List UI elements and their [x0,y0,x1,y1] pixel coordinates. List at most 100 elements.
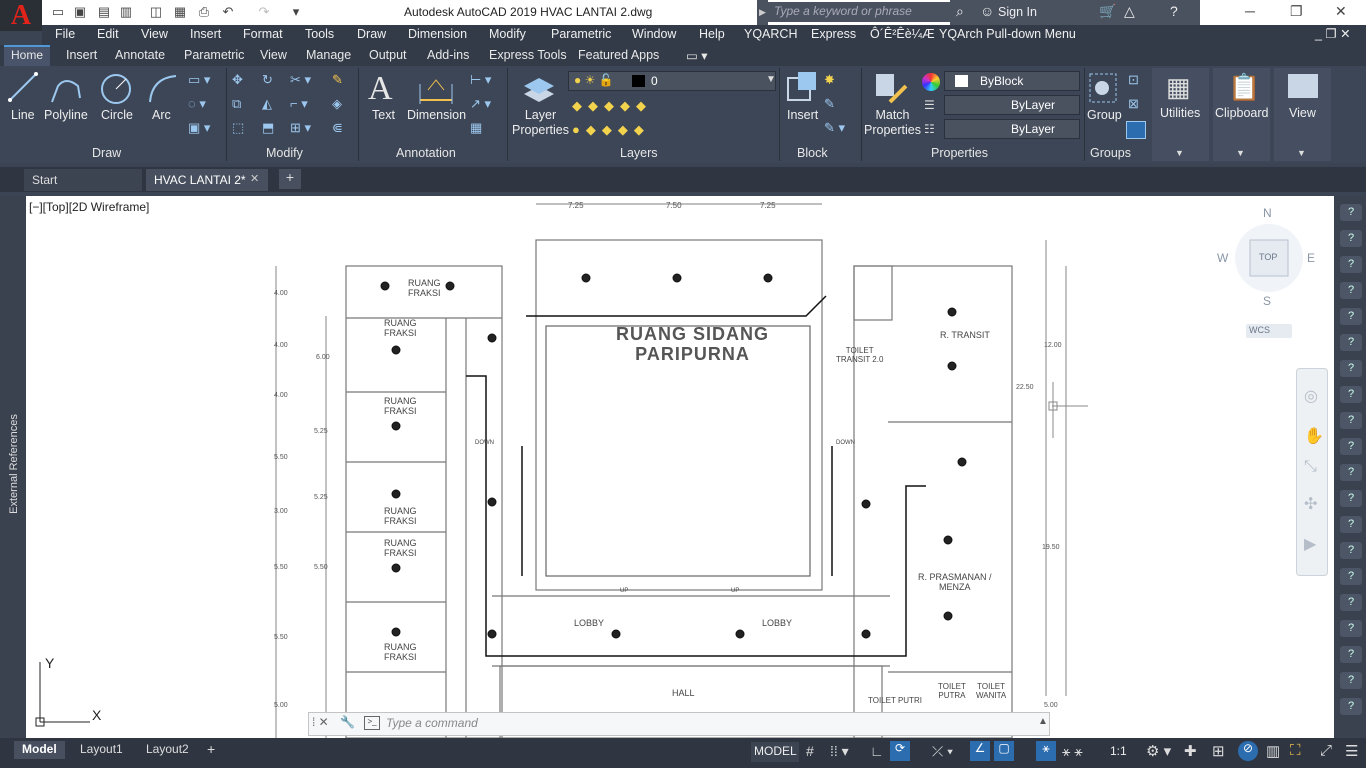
drawing-canvas[interactable]: [−][Top][2D Wireframe] RUANG SIDANG PARI… [26,196,1334,738]
erase-icon[interactable]: ✎ [332,72,343,88]
copy-icon[interactable]: ⧉ [232,96,241,112]
tab-output[interactable]: Output [369,48,407,62]
text-icon[interactable]: A [368,70,393,108]
chevron-down-icon[interactable]: ▼ [766,74,776,85]
snap-icon[interactable]: ⁞⁞ ▾ [830,743,849,760]
showmotion-icon[interactable]: ▶ [1304,534,1316,554]
pan-icon[interactable]: ✋ [1304,426,1324,446]
ortho-icon[interactable]: ∟ [870,743,884,759]
application-menu-button[interactable]: A [0,0,42,31]
leader-icon[interactable]: ↗ ▾ [470,96,491,112]
circle-button[interactable]: Circle [101,108,133,122]
chevron-down-icon[interactable]: ▼ [1236,148,1245,158]
viewport-label[interactable]: [−][Top][2D Wireframe] [29,200,149,214]
dimension-icon[interactable] [416,76,456,106]
cart-icon[interactable]: 🛒 [1099,3,1116,20]
close-icon[interactable]: ⁞ ✕ [312,715,329,729]
tab-start[interactable]: Start [24,169,142,191]
annotation-visibility-icon[interactable]: ⚹ [1036,741,1056,761]
menu-edit[interactable]: Edit [97,27,119,41]
move-icon[interactable]: ✥ [232,72,243,88]
tab-express-tools[interactable]: Express Tools [489,48,567,62]
yq-tool-icon[interactable]: ? [1340,594,1362,611]
panel-block-title[interactable]: Block [797,146,828,160]
annotation-monitor-icon[interactable]: ✚ [1184,742,1197,760]
viewcube-west[interactable]: W [1217,251,1228,265]
new-layout-icon[interactable]: + [207,741,215,757]
layer-tools-row1[interactable]: ◆◆◆◆◆ [572,98,652,114]
help-icon[interactable]: ? [1170,3,1178,19]
tab-view[interactable]: View [260,48,287,62]
ribbon-toggle-icon[interactable]: ▭ ▾ [686,48,708,63]
layout-tab-layout1[interactable]: Layout1 [72,741,131,759]
yq-tool-icon[interactable]: ? [1340,516,1362,533]
rotate-icon[interactable]: ↻ [262,72,273,88]
menu-view[interactable]: View [141,27,168,41]
viewcube-east[interactable]: E [1307,251,1315,265]
layout-tab-model[interactable]: Model [14,741,65,759]
yq-tool-icon[interactable]: ? [1340,308,1362,325]
wcs-menu[interactable]: WCS [1246,324,1292,338]
close-tab-icon[interactable]: ✕ [250,172,259,185]
calculator-icon[interactable]: ▦ [1166,72,1191,103]
polar-icon[interactable]: ⟳ [890,741,910,761]
chevron-down-icon[interactable]: ▼ [1297,148,1306,158]
create-block-icon[interactable]: ✸ [824,72,835,88]
insert-button[interactable]: Insert [787,108,818,122]
save-as-icon[interactable]: ▥ [118,4,134,20]
menu-express[interactable]: Express [811,27,856,41]
workspace-gear-icon[interactable]: ⚙ ▾ [1146,742,1171,760]
yq-tool-icon[interactable]: ? [1340,204,1362,221]
autoscale-icon[interactable]: ⚹ ⚹ [1062,743,1083,760]
menu-yqarch-pulldown[interactable]: YQArch Pull-down Menu [939,27,1076,41]
fillet-icon[interactable]: ⌐ ▾ [290,96,308,112]
tab-annotate[interactable]: Annotate [115,48,165,62]
linear-dim-icon[interactable]: ⊢ ▾ [470,72,491,88]
binoculars-icon[interactable]: ⌕ [956,3,964,20]
zoom-extents-icon[interactable]: ⤡ [1304,458,1317,476]
chevron-up-icon[interactable]: ▲ [1038,716,1048,727]
tab-manage[interactable]: Manage [306,48,351,62]
match-properties-button[interactable]: Match Properties [864,108,921,138]
menu-modify[interactable]: Modify [489,27,526,41]
clean-screen-icon[interactable]: ⛶ [1290,742,1301,759]
color-wheel-icon[interactable] [922,73,940,91]
polyline-icon[interactable] [48,72,84,106]
print-icon[interactable]: ⎙ [196,4,212,20]
grid-icon[interactable]: # [806,743,814,759]
panel-properties-title[interactable]: Properties [931,146,988,160]
yq-tool-icon[interactable]: ? [1340,230,1362,247]
viewcube-north[interactable]: N [1263,206,1272,220]
match-properties-icon[interactable] [874,72,910,106]
units-icon[interactable]: ⊞ [1212,742,1225,760]
circle-icon[interactable] [99,72,133,106]
yq-tool-icon[interactable]: ? [1340,568,1362,585]
object-snap-tracking-icon[interactable]: ∠ [970,741,990,761]
tab-featured-apps[interactable]: Featured Apps [578,48,659,62]
panel-layers-title[interactable]: Layers [620,146,658,160]
panel-annotation-title[interactable]: Annotation [396,146,456,160]
viewcube-top[interactable]: TOP [1259,252,1277,262]
mirror-icon[interactable]: ◭ [262,96,272,112]
doc-minimize-icon[interactable]: _ ❐ ✕ [1315,26,1351,41]
group-selection-icon[interactable] [1126,121,1146,139]
fullscreen-icon[interactable]: ⤢ [1320,742,1332,759]
menu-custom[interactable]: Ô´Ê²Êè¼Æ [870,27,935,41]
edit-block-icon[interactable]: ✎ [824,96,835,112]
stretch-icon[interactable]: ⬚ [232,120,244,136]
yq-tool-icon[interactable]: ? [1340,620,1362,637]
menu-tools[interactable]: Tools [305,27,334,41]
yq-tool-icon[interactable]: ? [1340,360,1362,377]
edit-attributes-icon[interactable]: ✎ ▾ [824,120,845,136]
scale-icon[interactable]: ⬒ [262,120,274,136]
linetype-icon[interactable]: ☷ [924,122,935,136]
yq-tool-icon[interactable]: ? [1340,412,1362,429]
minimize-icon[interactable]: ─ [1245,3,1255,19]
object-snap-icon[interactable]: ▢ [994,741,1014,761]
layer-properties-icon[interactable] [520,72,558,106]
yq-tool-icon[interactable]: ? [1340,542,1362,559]
redo-icon[interactable]: ↷ [256,4,272,20]
chevron-down-icon[interactable]: ▼ [1175,148,1184,158]
new-icon[interactable]: ▭ [50,4,66,20]
viewcube-south[interactable]: S [1263,294,1271,308]
